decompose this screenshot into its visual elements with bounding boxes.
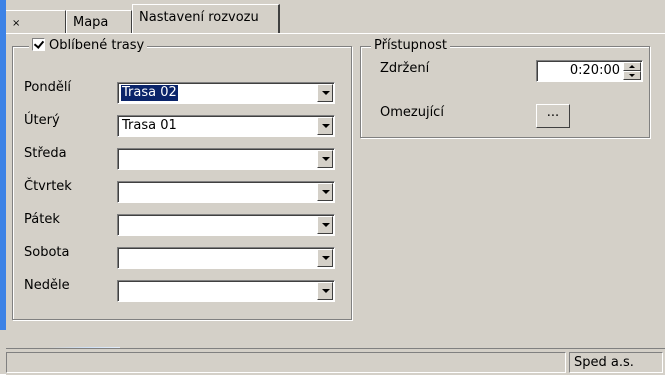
favorite-routes-group: Oblíbené trasy Pondělí Trasa 02 Úterý Tr… (12, 38, 352, 320)
spinner-up-button[interactable] (623, 62, 641, 71)
delay-time-value: 0:20:00 (569, 63, 620, 78)
delay-label: Zdržení (380, 61, 430, 76)
friday-route-value (121, 217, 123, 233)
thursday-label: Čtvrtek (24, 179, 72, 194)
favorite-routes-label: Oblíbené trasy (49, 38, 145, 53)
tab-map-label: Mapa (73, 15, 109, 30)
window: × Mapa Nastavení rozvozu Oblíbené trasy … (0, 0, 665, 375)
status-bar: Sped a.s. (6, 348, 665, 375)
saturday-label: Sobota (24, 245, 70, 260)
monday-label: Pondělí (24, 80, 72, 95)
accessibility-legend: Přístupnost (371, 38, 450, 53)
tab-close[interactable]: × (6, 10, 66, 33)
wednesday-dropdown-button[interactable] (317, 150, 333, 168)
saturday-route-select[interactable] (117, 247, 335, 269)
sunday-route-select[interactable] (117, 280, 335, 302)
monday-dropdown-button[interactable] (317, 84, 333, 102)
wednesday-route-value (121, 151, 123, 167)
tab-content-panel: Oblíbené trasy Pondělí Trasa 02 Úterý Tr… (6, 34, 665, 347)
tab-strip: × Mapa Nastavení rozvozu (6, 0, 665, 35)
saturday-route-value (121, 250, 123, 266)
tuesday-route-select[interactable]: Trasa 01 (117, 115, 335, 137)
sunday-label: Neděle (24, 278, 70, 293)
tuesday-dropdown-button[interactable] (317, 117, 333, 135)
restricting-label: Omezující (380, 105, 444, 120)
status-panel-main (6, 352, 566, 373)
sunday-dropdown-button[interactable] (317, 282, 333, 300)
monday-route-value: Trasa 02 (121, 85, 178, 101)
monday-route-select[interactable]: Trasa 02 (117, 82, 335, 104)
restricting-browse-button[interactable]: ... (536, 104, 570, 128)
tab-map[interactable]: Mapa (66, 10, 132, 33)
status-company: Sped a.s. (569, 352, 663, 373)
friday-dropdown-button[interactable] (317, 216, 333, 234)
spinner-down-button[interactable] (623, 71, 641, 80)
thursday-dropdown-button[interactable] (317, 183, 333, 201)
wednesday-label: Středa (24, 146, 67, 161)
tuesday-route-value: Trasa 01 (122, 118, 177, 133)
favorite-routes-checkbox[interactable] (32, 38, 45, 51)
thursday-route-select[interactable] (117, 181, 335, 203)
friday-route-select[interactable] (117, 214, 335, 236)
thursday-route-value (121, 184, 123, 200)
delay-time-spinner[interactable]: 0:20:00 (536, 60, 643, 82)
tab-close-label: × (12, 18, 21, 29)
sunday-route-value (121, 283, 123, 299)
favorite-routes-legend[interactable]: Oblíbené trasy (29, 38, 148, 53)
tuesday-label: Úterý (24, 113, 60, 128)
saturday-dropdown-button[interactable] (317, 249, 333, 267)
wednesday-route-select[interactable] (117, 148, 335, 170)
tab-delivery-settings-label: Nastavení rozvozu (139, 10, 259, 25)
friday-label: Pátek (24, 212, 60, 227)
tab-delivery-settings[interactable]: Nastavení rozvozu (132, 4, 280, 35)
